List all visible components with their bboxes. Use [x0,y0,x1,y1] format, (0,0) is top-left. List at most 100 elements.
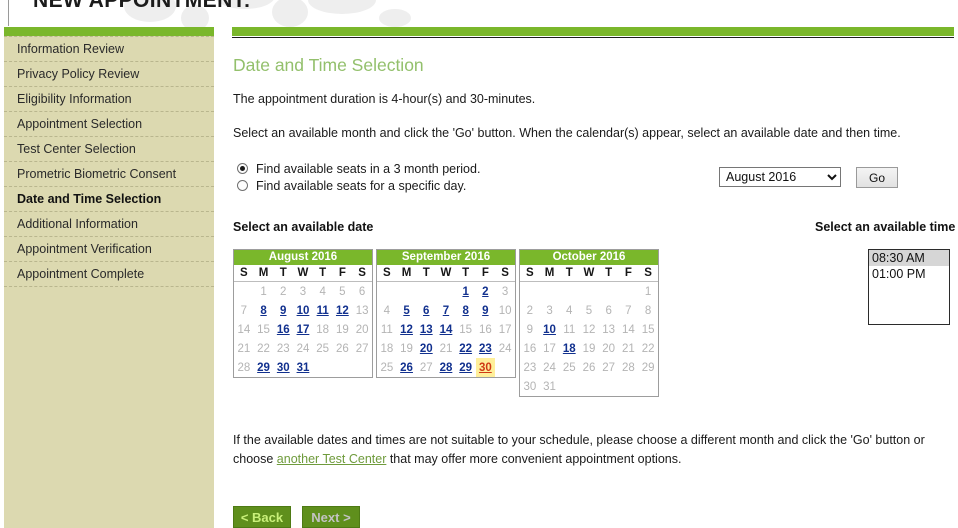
calendar-day-unavailable: 1 [253,281,274,301]
instruction-text: Select an available month and click the … [233,126,901,140]
calendar-day-available[interactable]: 16 [273,320,294,339]
radio-button-icon[interactable] [237,163,248,174]
calendar-day-available[interactable]: 7 [436,301,456,320]
calendar-day-empty [638,377,658,396]
calendar-day-available[interactable]: 20 [416,339,437,358]
calendar-day-available[interactable]: 8 [455,301,476,320]
calendar-month-title: August 2016 [234,250,372,265]
month-select[interactable]: August 2016September 2016October 2016Nov… [719,167,841,187]
calendar-week-row: 11 12 13 14 15 16 17 [377,320,515,339]
calendar-day-available[interactable]: 11 [312,301,333,320]
sidebar-item-appointment-verification[interactable]: Appointment Verification [4,237,214,262]
sidebar-item-label: Appointment Complete [17,267,145,281]
calendar-day-available[interactable]: 29 [455,358,476,377]
time-option[interactable]: 01:00 PM [869,266,949,282]
calendar-day-unavailable: 7 [234,301,254,320]
calendar-day-unavailable: 3 [539,301,560,320]
sidebar-item-information-review[interactable]: Information Review [4,36,214,62]
time-option[interactable]: 08:30 AM [869,250,949,266]
calendar-day-available[interactable]: 12 [332,301,353,320]
search-mode-option-1[interactable]: Find available seats for a specific day. [233,178,480,195]
calendar-day-unavailable: 17 [495,320,515,339]
calendar-day-available[interactable]: 31 [293,358,313,377]
calendar-day-empty [579,281,599,301]
calendar-weekday-header: SMTWTFS [234,265,372,282]
calendar-day-available[interactable]: 30 [475,358,496,377]
calendar-day-unavailable: 27 [598,358,619,377]
note-text-part2: that may offer more convenient appointme… [386,451,682,466]
calendar-day-unavailable: 4 [377,301,397,320]
calendar-day-unavailable: 21 [234,339,254,358]
calendar-day-unavailable: 28 [234,358,254,377]
calendar-week-row: 16 17 18 19 20 21 22 [520,339,658,358]
sidebar-item-label: Test Center Selection [17,142,136,156]
calendar-day-unavailable: 4 [559,301,580,320]
calendar-day-unavailable: 19 [579,339,599,358]
back-button[interactable]: < Back [233,506,291,528]
sidebar-item-appointment-complete[interactable]: Appointment Complete [4,262,214,287]
calendar-day-empty [520,281,540,301]
weekday-label: S [520,265,540,282]
sidebar-item-label: Appointment Selection [17,117,143,131]
calendar-day-available[interactable]: 18 [559,339,580,358]
calendar-day-available[interactable]: 26 [396,358,417,377]
sidebar-item-label: Eligibility Information [17,92,132,106]
search-mode-option-label: Find available seats in a 3 month period… [256,162,481,176]
calendar-day-available[interactable]: 28 [436,358,456,377]
calendar-day-empty [598,281,619,301]
calendar-day-available[interactable]: 29 [253,358,274,377]
calendar-day-available[interactable]: 30 [273,358,294,377]
sidebar-item-label: Privacy Policy Review [17,67,140,81]
sidebar-item-test-center-selection[interactable]: Test Center Selection [4,137,214,162]
calendar-day-unavailable: 22 [638,339,658,358]
calendar-day-available[interactable]: 12 [396,320,417,339]
calendar-week-row: 21 22 23 24 25 26 27 [234,339,372,358]
calendar-day-unavailable: 18 [312,320,333,339]
sidebar-item-privacy-policy-review[interactable]: Privacy Policy Review [4,62,214,87]
calendar-day-unavailable: 11 [377,320,397,339]
calendar-day-available[interactable]: 6 [416,301,437,320]
time-listbox[interactable]: 08:30 AM 01:00 PM [868,249,950,325]
calendar-day-available[interactable]: 22 [455,339,476,358]
calendar-day-available[interactable]: 2 [475,281,496,301]
calendar-day-available[interactable]: 23 [475,339,496,358]
calendar-day-available[interactable]: 9 [273,301,294,320]
calendar-day-available[interactable]: 5 [396,301,417,320]
calendar-day-available[interactable]: 17 [293,320,313,339]
calendar-week-row: 30 31 [520,377,658,396]
calendar-day-unavailable: 5 [332,281,353,301]
calendar-day-unavailable: 7 [618,301,639,320]
calendar-day-empty [377,281,397,301]
another-test-center-link[interactable]: another Test Center [277,452,387,466]
calendar-day-available[interactable]: 14 [436,320,456,339]
calendar-day-unavailable: 13 [352,301,372,320]
calendar-day-available[interactable]: 9 [475,301,496,320]
calendar-day-unavailable: 25 [559,358,580,377]
radio-button-icon[interactable] [237,180,248,191]
calendar-day-available[interactable]: 10 [293,301,313,320]
sidebar-item-label: Prometric Biometric Consent [17,167,177,181]
calendar-day-empty [495,358,515,377]
sidebar-item-additional-information[interactable]: Additional Information [4,212,214,237]
weekday-label: M [253,265,274,282]
calendar-day-empty [559,281,580,301]
sidebar-item-date-and-time-selection[interactable]: Date and Time Selection [4,187,214,212]
calendar-day-available[interactable]: 8 [253,301,274,320]
weekday-label: T [559,265,580,282]
search-mode-option-0[interactable]: Find available seats in a 3 month period… [233,161,480,178]
weekday-label: M [539,265,560,282]
calendar-week-row: 4 5 6 7 8 9 10 [377,301,515,320]
calendar-day-unavailable: 19 [396,339,417,358]
next-button[interactable]: Next > [302,506,360,528]
sidebar-item-prometric-biometric-consent[interactable]: Prometric Biometric Consent [4,162,214,187]
calendar-day-available[interactable]: 1 [455,281,476,301]
sidebar-item-eligibility-information[interactable]: Eligibility Information [4,87,214,112]
calendar-week-row: 9 10 11 12 13 14 15 [520,320,658,339]
duration-text: The appointment duration is 4-hour(s) an… [233,92,536,106]
calendar-day-empty [618,377,639,396]
calendar-day-available[interactable]: 13 [416,320,437,339]
weekday-label: F [332,265,353,282]
sidebar-item-appointment-selection[interactable]: Appointment Selection [4,112,214,137]
calendar-day-available[interactable]: 10 [539,320,560,339]
go-button[interactable]: Go [856,167,898,188]
